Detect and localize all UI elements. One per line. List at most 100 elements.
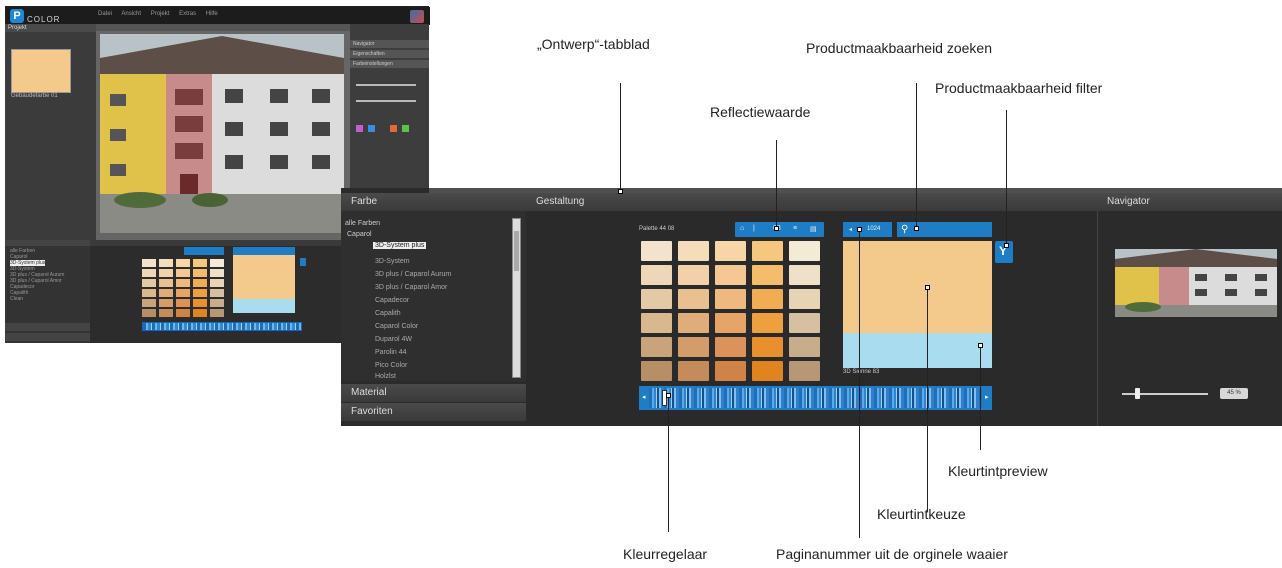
tree-item[interactable]: Holzlst <box>375 373 396 380</box>
small-color-swatch[interactable] <box>142 279 156 287</box>
small-color-square[interactable] <box>390 125 397 132</box>
small-reflect-bar[interactable] <box>184 247 224 255</box>
small-color-swatch[interactable] <box>193 299 207 307</box>
page-bar[interactable]: ◂ 1024 <box>843 222 892 237</box>
material-tab[interactable]: Material <box>341 384 526 402</box>
small-color-swatch[interactable] <box>176 299 190 307</box>
small-color-swatch[interactable] <box>142 289 156 297</box>
color-swatch[interactable] <box>715 289 746 309</box>
color-swatch[interactable] <box>715 361 746 381</box>
color-swatch[interactable] <box>752 361 783 381</box>
color-swatch[interactable] <box>678 289 709 309</box>
small-color-strip[interactable] <box>142 322 302 331</box>
tree-item[interactable]: Duparol 4W <box>375 336 412 343</box>
color-swatch[interactable] <box>715 313 746 333</box>
navigator-header[interactable]: Navigator <box>1097 193 1282 211</box>
small-favorites-tab[interactable] <box>5 333 90 341</box>
small-color-swatch[interactable] <box>176 279 190 287</box>
small-color-swatch[interactable] <box>210 289 224 297</box>
small-color-swatch[interactable] <box>142 269 156 277</box>
small-color-square[interactable] <box>402 125 409 132</box>
design-tab[interactable]: Gestaltung <box>526 193 1097 211</box>
color-swatch[interactable] <box>789 289 820 309</box>
tree-item[interactable]: Clean <box>10 296 64 302</box>
color-swatch[interactable] <box>789 241 820 261</box>
color-swatch[interactable] <box>752 313 783 333</box>
small-color-swatch[interactable] <box>210 309 224 317</box>
small-right-header[interactable]: Farbeinstellungen <box>350 60 429 68</box>
small-color-swatch[interactable] <box>142 259 156 267</box>
color-swatch[interactable] <box>641 265 672 285</box>
color-swatch[interactable] <box>678 337 709 357</box>
small-color-swatch[interactable] <box>176 309 190 317</box>
menu-item[interactable]: Ansicht <box>121 11 141 17</box>
color-swatch[interactable] <box>752 241 783 261</box>
small-color-swatch[interactable] <box>210 279 224 287</box>
color-swatch[interactable] <box>641 313 672 333</box>
small-material-tab[interactable] <box>5 323 90 331</box>
favorites-tab[interactable]: Favoriten <box>341 403 526 421</box>
page-prev-icon[interactable]: ◂ <box>849 226 852 233</box>
small-color-swatch[interactable] <box>176 289 190 297</box>
slider-right-button[interactable]: ▸ <box>982 386 992 410</box>
search-icon[interactable]: ⚲ <box>901 224 908 235</box>
navigator-thumbnail[interactable] <box>1115 249 1277 317</box>
small-color-swatch[interactable] <box>176 259 190 267</box>
zoom-value[interactable]: 45 % <box>1220 388 1248 399</box>
menu-item[interactable]: Datei <box>98 11 112 17</box>
slider-left-button[interactable]: ◂ <box>639 386 649 410</box>
small-color-square[interactable] <box>356 125 363 132</box>
color-swatch[interactable] <box>678 241 709 261</box>
farbe-panel-header[interactable]: Farbe <box>341 193 526 211</box>
color-swatch[interactable] <box>752 289 783 309</box>
small-color-swatch[interactable] <box>193 269 207 277</box>
project-tab[interactable]: Projekt <box>5 24 96 32</box>
color-swatch[interactable] <box>789 361 820 381</box>
small-search-bar[interactable] <box>233 247 295 255</box>
small-color-square[interactable] <box>368 125 375 132</box>
small-color-swatch[interactable] <box>159 279 173 287</box>
zoom-slider-knob[interactable] <box>1135 388 1140 399</box>
small-color-swatch[interactable] <box>193 309 207 317</box>
color-swatch[interactable] <box>715 337 746 357</box>
tree-item[interactable]: alle Farben <box>345 220 380 227</box>
small-color-swatch[interactable] <box>193 259 207 267</box>
small-color-swatch[interactable] <box>159 259 173 267</box>
small-color-swatch[interactable] <box>210 259 224 267</box>
reflection-toolbar[interactable]: ⌂ | 68 ≡ ▤ <box>735 222 824 237</box>
small-color-swatch[interactable] <box>142 299 156 307</box>
tree-item-selected[interactable]: 3D-System plus <box>373 242 427 249</box>
scroll-thumb[interactable] <box>514 231 519 271</box>
small-color-swatch[interactable] <box>159 299 173 307</box>
list-icon[interactable]: ▤ <box>810 225 817 233</box>
small-color-swatch[interactable] <box>193 279 207 287</box>
small-color-swatch[interactable] <box>159 289 173 297</box>
small-color-swatch[interactable] <box>142 309 156 317</box>
small-color-swatch[interactable] <box>159 269 173 277</box>
small-color-swatch[interactable] <box>176 269 190 277</box>
project-item[interactable]: Gebäudefarbe 01 <box>11 93 58 99</box>
color-swatch[interactable] <box>789 313 820 333</box>
tree-item[interactable]: Capadecor <box>375 297 409 304</box>
home-icon[interactable]: ⌂ <box>740 225 744 232</box>
avatar[interactable] <box>410 10 424 23</box>
tree-scrollbar[interactable] <box>512 218 521 378</box>
color-swatch[interactable] <box>789 337 820 357</box>
small-color-swatch[interactable] <box>193 289 207 297</box>
color-swatch[interactable] <box>641 361 672 381</box>
color-swatch[interactable] <box>641 289 672 309</box>
color-swatch[interactable] <box>678 361 709 381</box>
product-search-bar[interactable]: ⚲ <box>897 222 992 237</box>
color-swatch[interactable] <box>789 265 820 285</box>
tree-item[interactable]: 3D plus / Caparol Amor <box>375 284 447 291</box>
color-swatch[interactable] <box>752 265 783 285</box>
tree-item[interactable]: Parolin 44 <box>375 349 407 356</box>
project-swatch-card[interactable] <box>11 49 71 93</box>
color-swatch[interactable] <box>715 265 746 285</box>
tree-item[interactable]: Pico Color <box>375 362 407 369</box>
menu-item[interactable]: Projekt <box>151 11 170 17</box>
sort-icon[interactable]: ≡ <box>793 225 797 232</box>
menu-item[interactable]: Extras <box>179 11 196 17</box>
color-slider-strip[interactable] <box>649 386 982 410</box>
color-swatch[interactable] <box>752 337 783 357</box>
